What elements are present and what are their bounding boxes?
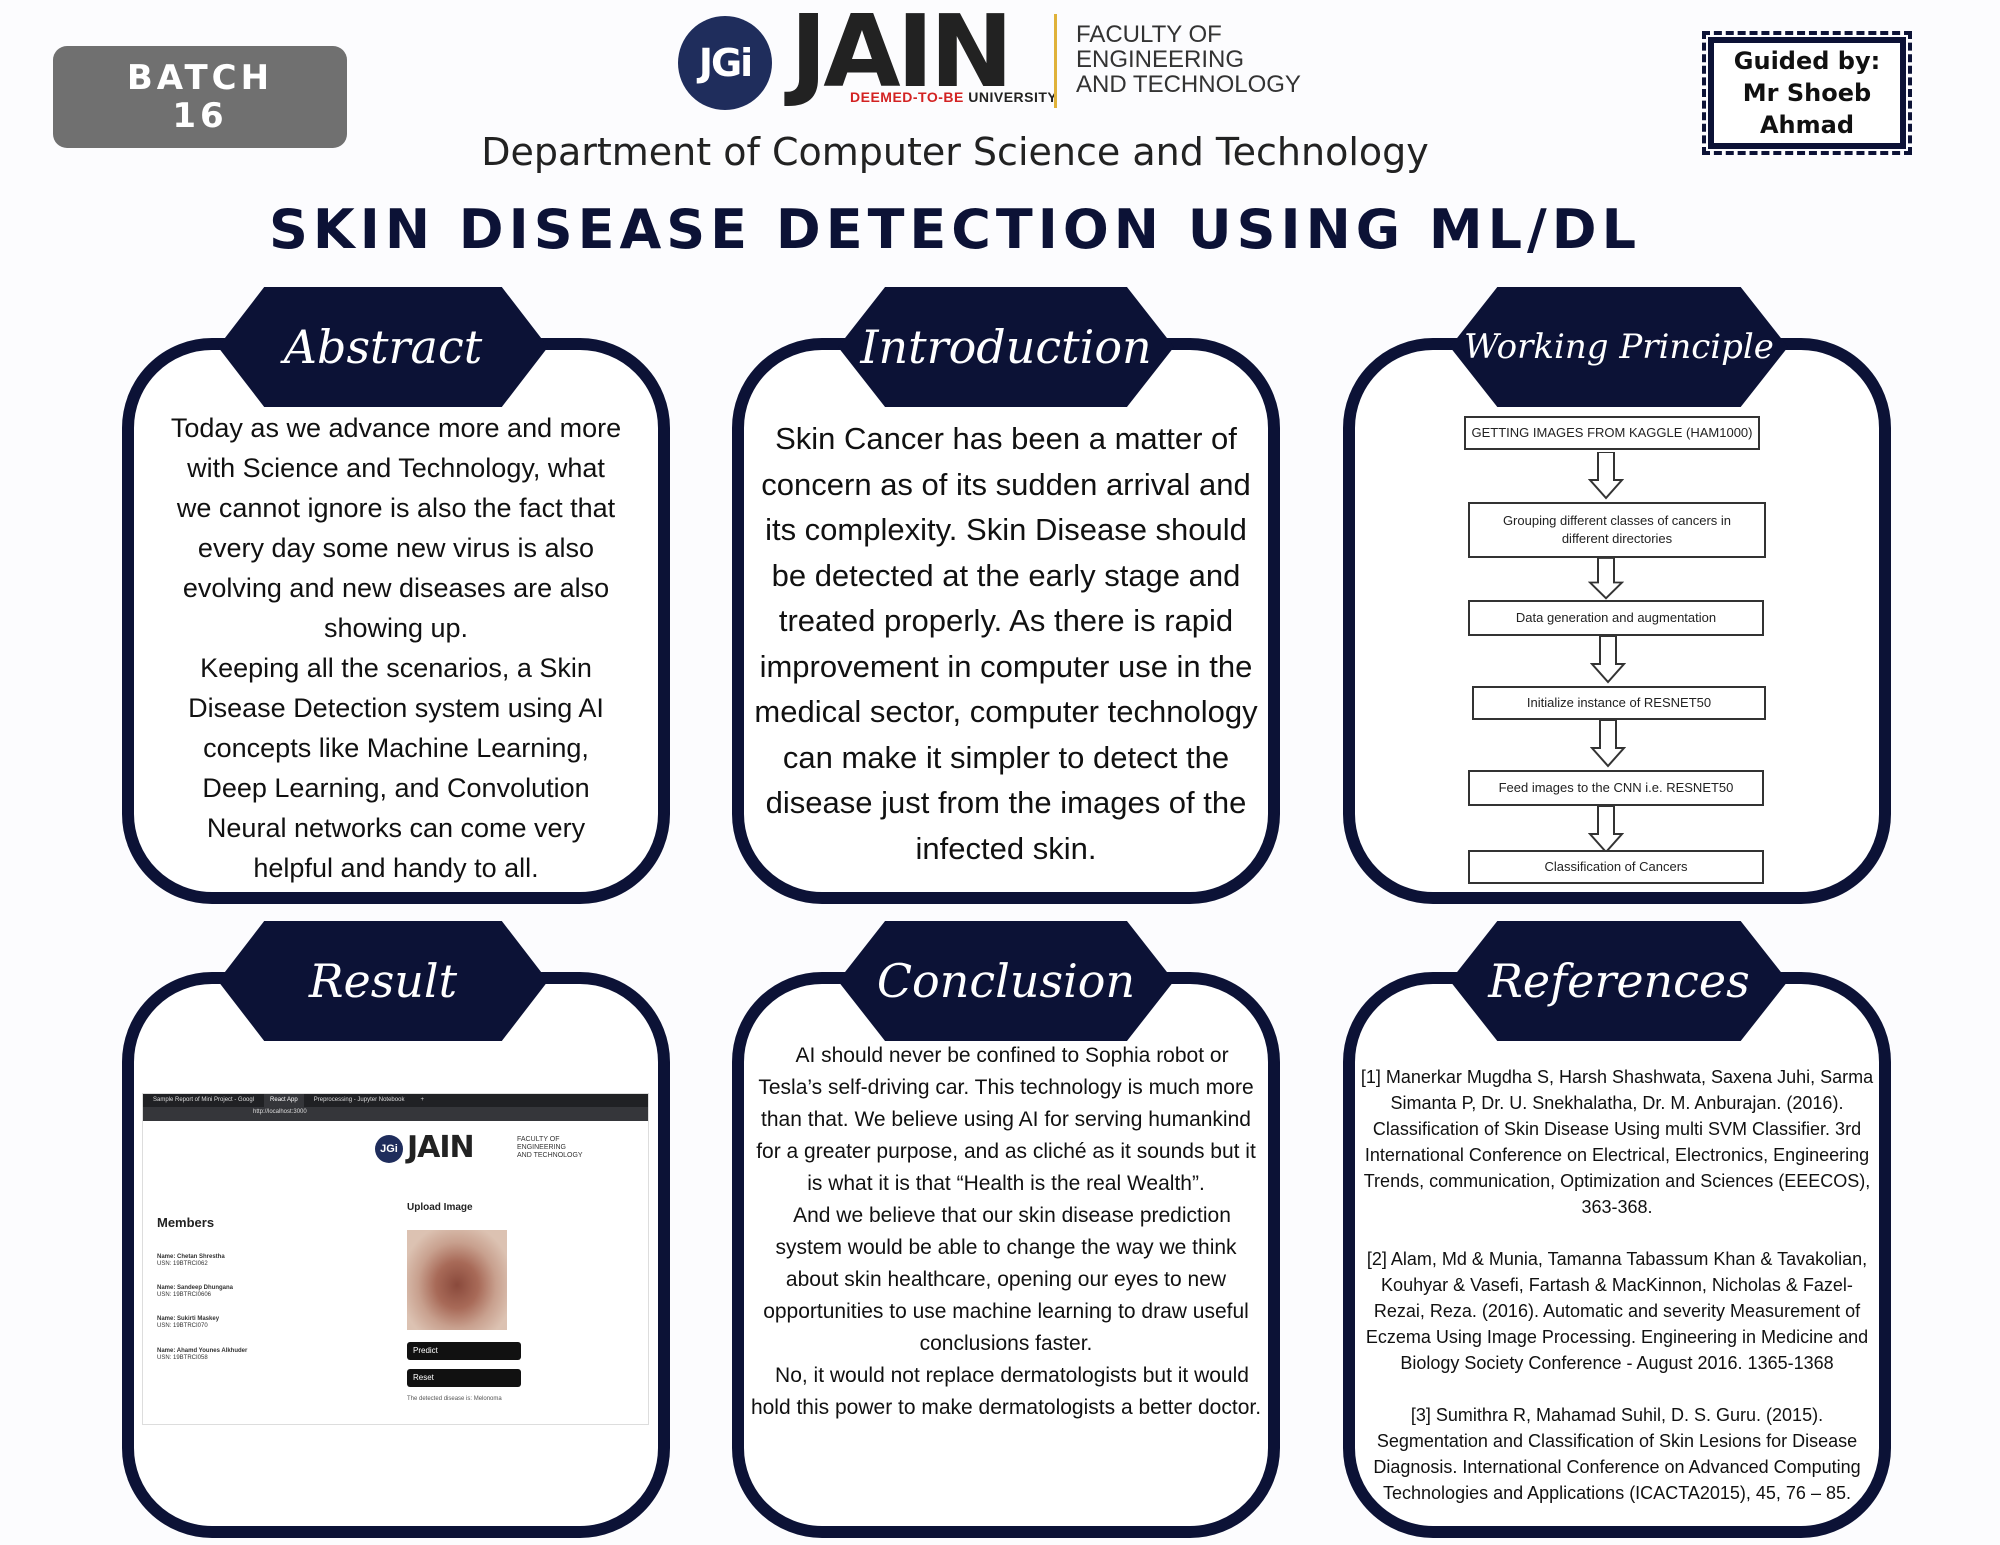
- down-arrow-icon: [1588, 806, 1624, 854]
- flow-step: Feed images to the CNN i.e. RESNET50: [1468, 770, 1764, 806]
- batch-label: BATCH: [126, 58, 274, 98]
- member-name: Name: Sukirti Maskey: [157, 1316, 220, 1322]
- member-entry: Name: Ahamd Younes Alkhuder USN: 19BTRCI…: [157, 1348, 247, 1362]
- abstract-heading-text: Abstract: [283, 320, 483, 374]
- conclusion-paragraph: AI should never be confined to Sophia ro…: [756, 1044, 1256, 1195]
- member-usn: USN: 19BTRCI070: [157, 1323, 208, 1329]
- reference-item: [2] Alam, Md & Munia, Tamanna Tabassum K…: [1365, 1249, 1869, 1373]
- down-arrow-icon: [1588, 452, 1624, 500]
- introduction-heading-text: Introduction: [860, 320, 1152, 374]
- faculty-label: FACULTY OF ENGINEERING AND TECHNOLOGY: [1076, 21, 1301, 98]
- member-entry: Name: Sandeep Dhungana USN: 19BTRCI0606: [157, 1285, 233, 1299]
- address-url: http://localhost:3000: [253, 1109, 307, 1115]
- member-entry: Name: Chetan Shrestha USN: 19BTRCI062: [157, 1254, 225, 1268]
- flow-step: Data generation and augmentation: [1468, 600, 1764, 636]
- skin-lesion-image: [407, 1230, 507, 1330]
- introduction-text: Skin Cancer has been a matter of concern…: [754, 421, 1258, 866]
- logo-subtitle-prefix: DEEMED-TO-BE: [850, 89, 964, 105]
- down-arrow-icon: [1590, 720, 1626, 768]
- jgi-logo-icon: JGi: [678, 16, 772, 110]
- members-title: Members: [157, 1215, 215, 1230]
- flow-step: Grouping different classes of cancers in…: [1468, 502, 1766, 558]
- down-arrow-icon: [1590, 636, 1626, 684]
- flow-step: Classification of Cancers: [1468, 850, 1764, 884]
- browser-tab: Preprocessing - Jupyter Notebook: [313, 1097, 405, 1103]
- app-screenshot: Sample Report of Mini Project - Googl Re…: [142, 1093, 649, 1425]
- logo-divider: [1054, 14, 1057, 108]
- browser-tabbar: Sample Report of Mini Project - Googl Re…: [143, 1094, 648, 1107]
- member-name: Name: Sandeep Dhungana: [157, 1285, 234, 1291]
- upload-image-label: Upload Image: [407, 1202, 473, 1213]
- member-entry: Name: Sukirti Maskey USN: 19BTRCI070: [157, 1316, 219, 1330]
- working-principle-heading: Working Principle: [1450, 287, 1788, 407]
- department-title: Department of Computer Science and Techn…: [481, 130, 1429, 174]
- new-tab-icon: +: [420, 1097, 424, 1103]
- guided-label: Guided by:: [1733, 47, 1881, 75]
- browser-tab: Sample Report of Mini Project - Googl: [153, 1097, 255, 1103]
- app-faculty: FACULTY OF ENGINEERING AND TECHNOLOGY: [517, 1136, 583, 1159]
- member-usn: USN: 19BTRCI0606: [157, 1292, 212, 1298]
- member-usn: USN: 19BTRCI058: [157, 1355, 208, 1361]
- logo-subtitle: DEEMED-TO-BE UNIVERSITY: [850, 89, 1057, 105]
- poster-title: SKIN DISEASE DETECTION USING ML/DL: [268, 198, 1642, 261]
- abstract-paragraph: Keeping all the scenarios, a Skin Diseas…: [188, 653, 604, 883]
- introduction-heading: Introduction: [838, 287, 1174, 407]
- result-heading: Result: [218, 921, 548, 1041]
- abstract-paragraph: Today as we advance more and more with S…: [170, 413, 622, 643]
- member-name: Name: Ahamd Younes Alkhuder: [157, 1348, 248, 1354]
- conclusion-heading: Conclusion: [838, 921, 1174, 1041]
- conclusion-paragraph: And we believe that our skin disease pre…: [763, 1204, 1249, 1355]
- reference-item: [3] Sumithra R, Mahamad Suhil, D. S. Gur…: [1373, 1405, 1861, 1503]
- reset-button[interactable]: Reset: [407, 1369, 521, 1387]
- references-heading-text: References: [1488, 954, 1750, 1008]
- jain-logo: JAIN: [790, 0, 1013, 110]
- result-heading-text: Result: [308, 954, 458, 1008]
- abstract-text: Today as we advance more and more with S…: [168, 408, 624, 888]
- references-heading: References: [1450, 921, 1788, 1041]
- address-bar: http://localhost:3000: [143, 1107, 648, 1121]
- member-name: Name: Chetan Shrestha: [157, 1254, 225, 1260]
- browser-tab: React App: [264, 1094, 304, 1107]
- app-logo-icon: JGi: [375, 1135, 403, 1163]
- working-principle-heading-text: Working Principle: [1464, 327, 1774, 367]
- detected-disease-text: The detected disease is: Melonoma: [407, 1396, 502, 1402]
- reference-item: [1] Manerkar Mugdha S, Harsh Shashwata, …: [1360, 1067, 1874, 1217]
- abstract-heading: Abstract: [218, 287, 548, 407]
- conclusion-paragraph: No, it would not replace dermatologists …: [750, 1364, 1262, 1419]
- member-usn: USN: 19BTRCI062: [157, 1261, 208, 1267]
- conclusion-heading-text: Conclusion: [876, 954, 1136, 1008]
- predict-button[interactable]: Predict: [407, 1342, 521, 1360]
- down-arrow-icon: [1588, 558, 1624, 600]
- app-logo-name: JAIN: [407, 1130, 475, 1165]
- conclusion-text: AI should never be confined to Sophia ro…: [750, 1040, 1262, 1424]
- flow-step: Initialize instance of RESNET50: [1472, 686, 1766, 720]
- flow-step: GETTING IMAGES FROM KAGGLE (HAM1000): [1464, 416, 1760, 450]
- references-list: [1] Manerkar Mugdha S, Harsh Shashwata, …: [1356, 1064, 1878, 1506]
- logo-subtitle-suffix: UNIVERSITY: [968, 89, 1058, 105]
